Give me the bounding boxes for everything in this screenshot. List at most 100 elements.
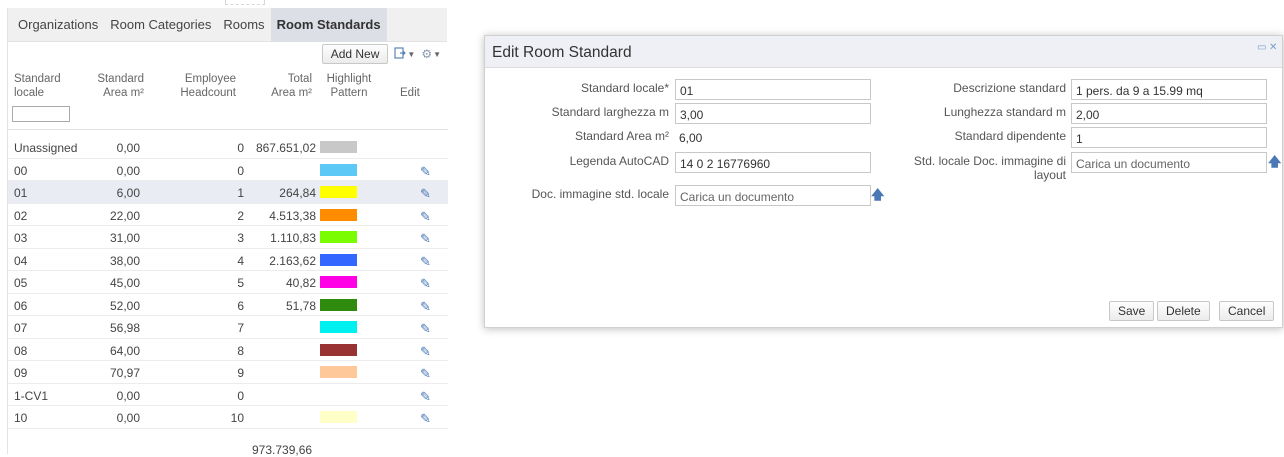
pencil-icon[interactable]: ✎	[420, 231, 431, 247]
pencil-icon[interactable]: ✎	[420, 186, 431, 202]
layout-doc-upload-field[interactable]: Carica un documento	[1071, 152, 1267, 173]
header-employee-headcount[interactable]: Employee Headcount	[176, 72, 236, 100]
table-row[interactable]: 02 22,00 2 4.513,38 ✎	[8, 204, 448, 226]
descrizione-field[interactable]: 1 pers. da 9 a 15.99 mq	[1071, 79, 1267, 100]
maximize-icon[interactable]: ▭	[1257, 42, 1266, 53]
table-row[interactable]: 08 64,00 8 ✎	[8, 339, 448, 361]
highlight-swatch	[320, 141, 357, 153]
cell-standard-area: 52,00	[109, 298, 140, 313]
cell-standard-locale: 02	[14, 208, 28, 223]
cancel-button[interactable]: Cancel	[1219, 301, 1275, 321]
gear-icon: ⚙	[421, 47, 433, 61]
doc-image-upload-field[interactable]: Carica un documento	[675, 185, 871, 206]
table-row[interactable]: 09 70,97 9 ✎	[8, 361, 448, 384]
settings-menu-button[interactable]: ⚙ ▼	[421, 47, 441, 61]
highlight-swatch	[320, 186, 357, 198]
larghezza-field[interactable]: 3,00	[675, 103, 871, 124]
pencil-icon[interactable]: ✎	[420, 164, 431, 180]
tab-room-standards[interactable]: Room Standards	[270, 7, 387, 42]
cell-headcount: 7	[237, 321, 244, 335]
cell-standard-locale: 09	[14, 366, 28, 380]
cell-headcount: 3	[237, 231, 244, 245]
cell-headcount: 4	[237, 253, 244, 268]
standard-area-value: 6,00	[679, 131, 703, 145]
cell-headcount: 8	[237, 343, 244, 358]
tab-room-categories[interactable]: Room Categories	[104, 8, 217, 42]
dialog-title-bar[interactable]: Edit Room Standard ▭ ✕	[485, 36, 1282, 68]
autocad-legend-field[interactable]: 14 0 2 16776960	[675, 152, 871, 173]
header-highlight-pattern[interactable]: Highlight Pattern	[324, 72, 374, 100]
close-icon[interactable]: ✕	[1269, 42, 1277, 53]
cell-standard-locale: 03	[14, 231, 28, 245]
cell-standard-locale: 04	[14, 253, 28, 268]
cell-headcount: 6	[237, 298, 244, 313]
pencil-icon[interactable]: ✎	[420, 366, 431, 382]
lunghezza-label: Lunghezza standard m	[943, 105, 1066, 119]
table-row[interactable]: 10 0,00 10 ✎	[8, 406, 448, 429]
export-icon	[394, 46, 407, 62]
pencil-icon[interactable]: ✎	[420, 411, 431, 427]
table-row[interactable]: 00 0,00 0 ✎	[8, 159, 448, 181]
cell-standard-locale: 07	[14, 321, 28, 335]
grid-toolbar: Add New ▼ ⚙ ▼	[8, 42, 447, 66]
highlight-swatch	[320, 366, 357, 378]
add-new-button[interactable]: Add New	[321, 44, 389, 64]
cell-headcount: 2	[237, 208, 244, 223]
standard-locale-field[interactable]: 01	[675, 79, 871, 100]
cell-headcount: 0	[237, 163, 244, 178]
upload-icon[interactable]: 🡅	[871, 186, 884, 208]
cell-headcount: 5	[237, 276, 244, 290]
table-row[interactable]: Unassigned 0,00 0 867.651,02	[8, 136, 448, 159]
upload-icon[interactable]: 🡅	[1268, 153, 1281, 175]
cell-standard-area: 64,00	[109, 343, 140, 358]
header-edit: Edit	[400, 87, 420, 99]
cell-standard-area: 45,00	[109, 276, 140, 290]
dipendente-field[interactable]: 1	[1071, 127, 1267, 148]
header-total-area[interactable]: Total Area m²	[262, 72, 312, 100]
cell-total-area: 40,82	[285, 276, 316, 290]
descrizione-label: Descrizione standard	[953, 81, 1066, 95]
cell-standard-locale: 00	[14, 163, 28, 178]
cell-standard-area: 0,00	[116, 388, 140, 403]
cell-standard-locale: 05	[14, 276, 28, 290]
table-row[interactable]: 01 6,00 1 264,84 ✎	[8, 181, 448, 204]
standard-area-label: Standard Area m²	[574, 129, 669, 143]
cell-standard-area: 31,00	[109, 231, 140, 245]
highlight-swatch	[320, 411, 357, 423]
pencil-icon[interactable]: ✎	[420, 299, 431, 315]
grid-header: Standard locale Standard Area m² Employe…	[8, 68, 448, 130]
cell-headcount: 9	[237, 366, 244, 380]
tab-organizations[interactable]: Organizations	[12, 8, 104, 42]
tab-rooms[interactable]: Rooms	[217, 8, 270, 42]
standard-locale-filter-input[interactable]	[12, 106, 70, 122]
table-row[interactable]: 07 56,98 7 ✎	[8, 316, 448, 339]
tab-bar: Organizations Room Categories Rooms Room…	[8, 7, 447, 42]
splitter-handle[interactable]	[225, 0, 265, 5]
pencil-icon[interactable]: ✎	[420, 321, 431, 337]
pencil-icon[interactable]: ✎	[420, 209, 431, 225]
cell-standard-area: 22,00	[109, 208, 140, 223]
header-standard-area[interactable]: Standard Area m²	[96, 72, 144, 100]
save-button[interactable]: Save	[1109, 301, 1155, 321]
pencil-icon[interactable]: ✎	[420, 276, 431, 292]
lunghezza-field[interactable]: 2,00	[1071, 103, 1267, 124]
header-standard-locale[interactable]: Standard locale	[14, 72, 61, 100]
pencil-icon[interactable]: ✎	[420, 344, 431, 360]
cell-standard-area: 56,98	[109, 321, 140, 335]
table-row[interactable]: 1-CV1 0,00 0 ✎	[8, 384, 448, 406]
cell-standard-area: 0,00	[116, 141, 140, 155]
standard-locale-label: Standard locale*	[580, 81, 669, 95]
room-standards-grid: Standard locale Standard Area m² Employe…	[8, 68, 448, 429]
table-row[interactable]: 04 38,00 4 2.163,62 ✎	[8, 249, 448, 271]
table-row[interactable]: 05 45,00 5 40,82 ✎	[8, 271, 448, 294]
export-menu-button[interactable]: ▼	[394, 46, 415, 62]
table-row[interactable]: 06 52,00 6 51,78 ✎	[8, 294, 448, 316]
highlight-swatch	[320, 163, 357, 176]
cell-standard-locale: 1-CV1	[14, 388, 49, 403]
pencil-icon[interactable]: ✎	[420, 254, 431, 270]
highlight-swatch	[320, 253, 357, 266]
pencil-icon[interactable]: ✎	[420, 389, 431, 405]
delete-button[interactable]: Delete	[1157, 301, 1210, 321]
table-row[interactable]: 03 31,00 3 1.110,83 ✎	[8, 226, 448, 249]
cell-total-area: 264,84	[279, 186, 316, 200]
